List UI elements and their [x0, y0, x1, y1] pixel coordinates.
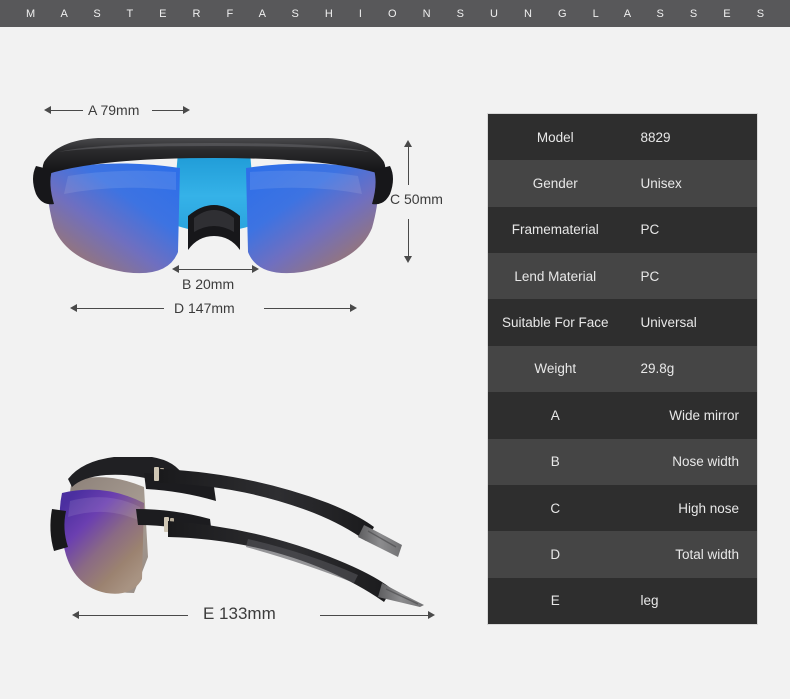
- dimension-line: [76, 308, 164, 309]
- page-banner: M A S T E R F A S H I O N S U N G L A S …: [0, 0, 790, 27]
- spec-label: Gender: [488, 176, 623, 191]
- spec-label: Weight: [488, 361, 623, 376]
- spec-value: High nose: [623, 501, 758, 516]
- spec-value: Nose width: [623, 454, 758, 469]
- dimension-c-label: C 50mm: [390, 191, 443, 207]
- table-row: C High nose: [488, 485, 757, 531]
- spec-label: Suitable For Face: [488, 315, 623, 330]
- table-row: Gender Unisex: [488, 160, 757, 206]
- product-infographic: M A S T E R F A S H I O N S U N G L A S …: [0, 0, 790, 699]
- spec-value: 8829: [623, 130, 758, 145]
- sunglasses-side-view: [48, 447, 438, 612]
- spec-value: leg: [623, 593, 758, 608]
- spec-label: Lend Material: [488, 269, 623, 284]
- banner-title: M A S T E R F A S H I O N S U N G L A S …: [14, 8, 775, 20]
- specification-table: Model 8829 Gender Unisex Framematerial P…: [488, 114, 757, 624]
- table-row: Weight 29.8g: [488, 346, 757, 392]
- table-row: D Total width: [488, 531, 757, 577]
- product-illustration-area: A 79mm: [0, 27, 480, 699]
- spec-label: B: [488, 454, 623, 469]
- arrow-head-right: [428, 611, 435, 619]
- table-row: Framematerial PC: [488, 207, 757, 253]
- spec-label: Model: [488, 130, 623, 145]
- spec-label: A: [488, 408, 623, 423]
- spec-label: D: [488, 547, 623, 562]
- spec-value: Unisex: [623, 176, 758, 191]
- arrow-head-up: [404, 140, 412, 147]
- sunglasses-front-view: [28, 132, 398, 287]
- arrow-head-right: [183, 106, 190, 114]
- spec-value: Wide mirror: [623, 408, 758, 423]
- dimension-line: [408, 219, 409, 257]
- arrow-head-down: [404, 256, 412, 263]
- table-row: Suitable For Face Universal: [488, 299, 757, 345]
- dimension-line: [178, 269, 254, 270]
- spec-label: E: [488, 593, 623, 608]
- spec-value: PC: [623, 222, 758, 237]
- dimension-line: [78, 615, 188, 616]
- table-row: Model 8829: [488, 114, 757, 160]
- dimension-a-label: A 79mm: [88, 102, 139, 118]
- arrow-head-right: [350, 304, 357, 312]
- dimension-line: [320, 615, 430, 616]
- table-row: E leg: [488, 578, 757, 624]
- dimension-line: [408, 147, 409, 185]
- arrow-head-right: [252, 265, 259, 273]
- dimension-line: [50, 110, 83, 111]
- dimension-b-label: B 20mm: [182, 276, 234, 292]
- dimension-d-label: D 147mm: [174, 300, 235, 316]
- dimension-e-label: E 133mm: [203, 604, 276, 624]
- dimension-line: [152, 110, 185, 111]
- spec-label: Framematerial: [488, 222, 623, 237]
- dimension-line: [264, 308, 352, 309]
- spec-label: C: [488, 501, 623, 516]
- spec-value: Universal: [623, 315, 758, 330]
- spec-value: 29.8g: [623, 361, 758, 376]
- spec-value: PC: [623, 269, 758, 284]
- spec-value: Total width: [623, 547, 758, 562]
- table-row: A Wide mirror: [488, 392, 757, 438]
- table-row: Lend Material PC: [488, 253, 757, 299]
- table-row: B Nose width: [488, 439, 757, 485]
